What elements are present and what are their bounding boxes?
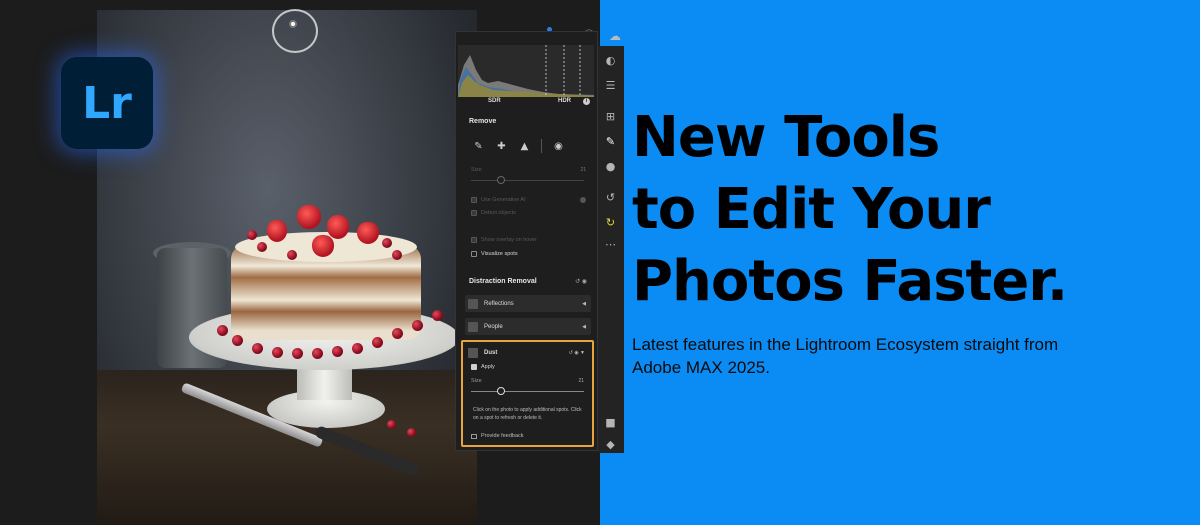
presets-icon[interactable]: ◐ <box>604 54 617 67</box>
people-icon <box>468 321 478 332</box>
dust-apply-checkbox[interactable] <box>471 364 477 370</box>
generative-ai-checkbox[interactable] <box>471 197 477 203</box>
visualize-eye-icon[interactable]: ◉ <box>552 140 565 153</box>
remove-brush-icon[interactable]: ✎ <box>604 135 617 148</box>
histogram-labels: SDR HDR i <box>458 98 594 108</box>
histogram <box>458 45 594 97</box>
distraction-removal-title: Distraction Removal <box>469 278 537 285</box>
berry <box>232 335 243 346</box>
show-overlay-checkbox[interactable] <box>471 237 477 243</box>
size-value: 21 <box>580 167 586 173</box>
berry <box>352 343 363 354</box>
headline-line-1: New Tools <box>632 105 940 170</box>
divider <box>541 139 542 153</box>
berry <box>217 325 228 336</box>
crop-icon[interactable]: ⊞ <box>604 110 617 123</box>
strawberry <box>327 215 349 239</box>
visualize-spots-row[interactable]: Visualize spots <box>471 251 518 257</box>
headline: New Tools to Edit Your Photos Faster. <box>632 102 1152 318</box>
info-icon[interactable] <box>580 197 586 203</box>
dust-icon <box>468 347 478 358</box>
edit-panel: SDR HDR i Remove ✎ ✚ ▲ ◉ Size 21 Use Gen… <box>455 31 598 451</box>
headline-line-3: Photos Faster. <box>632 249 1068 314</box>
sync-icon[interactable]: ↻ <box>604 216 617 229</box>
dust-size-slider-knob[interactable] <box>497 387 505 395</box>
berry <box>392 250 402 260</box>
chevron-left-icon: ◀ <box>582 300 586 307</box>
size-slider-knob[interactable] <box>497 176 505 184</box>
berry <box>287 250 297 260</box>
dust-size-label: Size <box>471 378 482 384</box>
visualize-spots-checkbox[interactable] <box>471 251 477 257</box>
histogram-graph <box>458 45 594 97</box>
size-label: Size <box>471 167 482 173</box>
dust-apply-row[interactable]: Apply <box>471 364 495 370</box>
side-tool-strip: ◐ ☰ ⊞ ✎ ● ↺ ↻ ⋯ ■ ◆ <box>598 46 624 453</box>
mask-icon[interactable]: ● <box>604 160 617 173</box>
heal-icon[interactable]: ✚ <box>495 140 508 153</box>
dust-size-slider[interactable] <box>471 387 584 395</box>
berry <box>382 238 392 248</box>
detect-objects-checkbox[interactable] <box>471 210 477 216</box>
sdr-label: SDR <box>488 98 501 104</box>
reset-eye-icons[interactable]: ↺ ◉ <box>575 278 587 285</box>
headline-line-2: to Edit Your <box>632 177 991 242</box>
sliders-icon[interactable]: ☰ <box>604 79 617 92</box>
show-overlay-row[interactable]: Show overlay on hover <box>471 237 537 243</box>
remove-tools: ✎ ✚ ▲ ◉ <box>472 139 565 153</box>
berry <box>387 420 396 429</box>
brush-cursor <box>272 9 318 53</box>
berry <box>257 242 267 252</box>
clone-stamp-icon[interactable]: ▲ <box>518 140 531 153</box>
remove-title: Remove <box>469 118 497 125</box>
subheadline: Latest features in the Lightroom Ecosyst… <box>632 335 1059 377</box>
history-icon[interactable]: ↺ <box>604 191 617 204</box>
more-icon[interactable]: ⋯ <box>604 238 617 251</box>
lightroom-logo-icon: Lr <box>61 57 153 149</box>
cloud-icon[interactable]: ☁ <box>608 29 622 43</box>
berry <box>372 337 383 348</box>
strawberry <box>267 220 287 242</box>
berry <box>392 328 403 339</box>
berry <box>252 343 263 354</box>
chevron-down-icon[interactable]: ↺ ◉ ▼ <box>569 350 585 356</box>
berry <box>247 230 257 240</box>
strawberry <box>312 235 334 257</box>
comment-icon[interactable]: ■ <box>604 416 617 429</box>
reflections-icon <box>468 298 478 309</box>
detect-objects-row[interactable]: Detect objects <box>471 210 516 216</box>
berry <box>407 428 416 437</box>
cake-photo[interactable] <box>97 10 477 525</box>
logo-text: Lr <box>82 77 132 129</box>
brush-cursor-center <box>289 20 297 28</box>
berry <box>412 320 423 331</box>
wooden-table <box>97 370 477 525</box>
generative-ai-row[interactable]: Use Generative AI <box>471 197 526 203</box>
reflections-row[interactable]: Reflections ◀ <box>465 295 591 312</box>
berry <box>432 310 443 321</box>
size-slider[interactable] <box>471 176 584 184</box>
tag-icon[interactable]: ◆ <box>604 438 617 451</box>
info-icon[interactable]: i <box>583 98 590 105</box>
berry <box>272 347 283 358</box>
dust-hint: Click on the photo to apply additional s… <box>473 407 582 421</box>
strawberry <box>357 222 379 244</box>
hdr-label: HDR <box>558 98 571 104</box>
feedback-icon <box>471 433 477 439</box>
dust-size-value: 21 <box>578 378 584 384</box>
dust-section: Dust ↺ ◉ ▼ Apply Size 21 Click on the ph… <box>461 340 594 447</box>
berry <box>292 348 303 359</box>
chevron-left-icon: ◀ <box>582 323 586 330</box>
strawberry <box>297 205 321 229</box>
berry <box>332 346 343 357</box>
dust-header[interactable]: Dust ↺ ◉ ▼ <box>465 344 590 361</box>
eraser-icon[interactable]: ✎ <box>472 140 485 153</box>
people-row[interactable]: People ◀ <box>465 318 591 335</box>
provide-feedback-link[interactable]: Provide feedback <box>471 433 524 439</box>
berry <box>312 348 323 359</box>
